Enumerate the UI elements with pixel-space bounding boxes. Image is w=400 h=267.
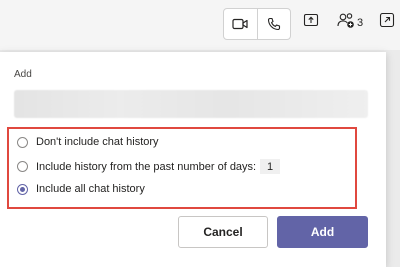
option-no-history[interactable]: Don't include chat history bbox=[17, 136, 159, 148]
option-past-days-label: Include history from the past number of … bbox=[36, 160, 257, 173]
add-people-dialog: Add Don't include chat history Include h… bbox=[0, 52, 386, 267]
call-button-group bbox=[223, 8, 291, 40]
audio-call-button[interactable] bbox=[256, 9, 291, 39]
radio-no-history[interactable] bbox=[17, 136, 28, 148]
pop-out-icon bbox=[379, 12, 395, 28]
option-past-days[interactable]: Include history from the past number of … bbox=[17, 159, 281, 174]
video-camera-icon bbox=[232, 18, 248, 30]
phone-icon bbox=[267, 17, 280, 31]
dialog-title: Add bbox=[14, 69, 32, 80]
add-people-input[interactable] bbox=[14, 90, 368, 118]
radio-all-history[interactable] bbox=[17, 183, 28, 195]
pop-out-button[interactable] bbox=[379, 12, 395, 28]
participant-count: 3 bbox=[357, 17, 364, 29]
add-button[interactable]: Add bbox=[277, 216, 368, 248]
top-toolbar: 3 bbox=[0, 0, 400, 50]
radio-past-days[interactable] bbox=[17, 161, 28, 172]
participants-button[interactable] bbox=[337, 12, 356, 29]
option-all-history-label: Include all chat history bbox=[36, 183, 145, 195]
share-screen-button[interactable] bbox=[303, 12, 319, 28]
share-screen-icon bbox=[303, 13, 319, 27]
option-no-history-label: Don't include chat history bbox=[36, 136, 159, 148]
people-add-icon bbox=[337, 13, 354, 28]
video-call-button[interactable] bbox=[224, 9, 257, 39]
option-all-history[interactable]: Include all chat history bbox=[17, 183, 145, 195]
chat-history-options: Don't include chat history Include histo… bbox=[7, 127, 357, 209]
cancel-button[interactable]: Cancel bbox=[178, 216, 268, 248]
days-count-input[interactable] bbox=[260, 159, 281, 174]
